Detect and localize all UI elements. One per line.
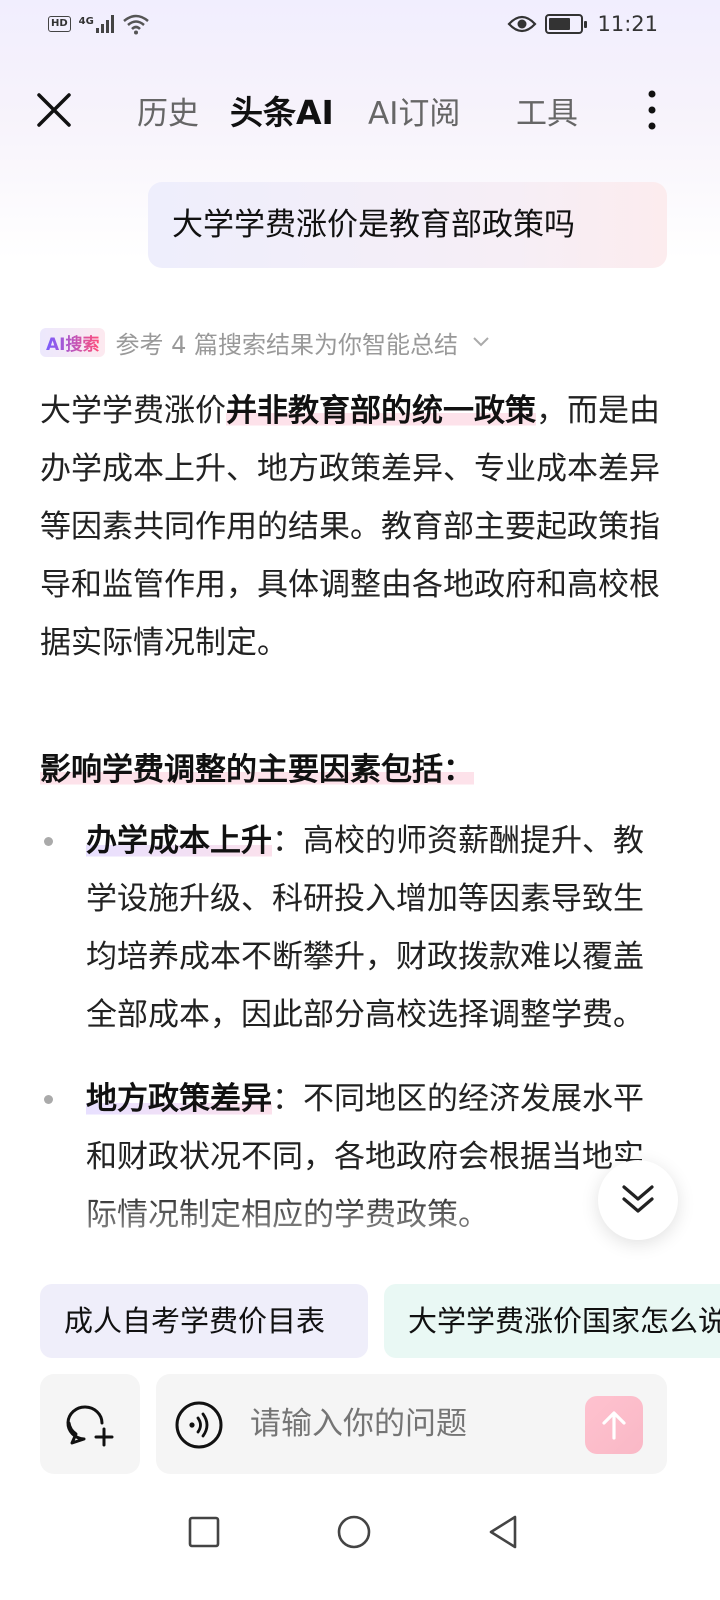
- suggestion-row: 成人自考学费价目表 大学学费涨价国家怎么说: [0, 1284, 720, 1358]
- status-left: HD 4G: [48, 13, 150, 35]
- question-input-box[interactable]: [156, 1374, 667, 1474]
- battery-icon: [545, 14, 588, 34]
- tab-toutiao-ai[interactable]: 头条AI: [230, 86, 334, 134]
- question-input[interactable]: [250, 1374, 570, 1474]
- ai-search-badge: AI搜索: [40, 327, 106, 357]
- cell-signal: 4G: [79, 15, 114, 33]
- system-navigation-bar: [0, 1500, 720, 1600]
- double-chevron-down-icon: [622, 1185, 654, 1213]
- status-bar: HD 4G 11:21: [0, 0, 720, 48]
- tab-tools[interactable]: 工具: [516, 88, 578, 133]
- list-item-title: 地方政策差异: [86, 1081, 272, 1117]
- top-navigation: 历史 头条AI AI订阅 工具: [0, 70, 720, 150]
- close-icon[interactable]: [34, 90, 74, 130]
- answer-text-rest: ，而是由办学成本上升、地方政策差异、专业成本差异等因素共同作用的结果。教育部主要…: [40, 393, 660, 661]
- more-icon[interactable]: [640, 86, 664, 134]
- hd-badge: HD: [48, 16, 71, 32]
- home-icon[interactable]: [334, 1512, 374, 1552]
- recent-apps-icon[interactable]: [184, 1512, 224, 1552]
- suggestion-chip[interactable]: 大学学费涨价国家怎么说: [384, 1284, 720, 1358]
- back-icon[interactable]: [484, 1512, 524, 1552]
- send-button[interactable]: [585, 1396, 643, 1454]
- clock: 11:21: [597, 12, 658, 36]
- voice-input-icon[interactable]: [174, 1400, 224, 1450]
- eye-icon: [507, 15, 537, 33]
- scroll-to-bottom-button[interactable]: [598, 1160, 678, 1240]
- answer-highlight: 并非教育部的统一政策: [226, 393, 536, 429]
- user-question-bubble: 大学学费涨价是教育部政策吗: [148, 182, 667, 268]
- bullet-dot: [44, 1095, 53, 1104]
- tab-history[interactable]: 历史: [137, 88, 199, 133]
- signal-icon: [95, 15, 114, 33]
- wifi-icon: [123, 14, 149, 35]
- chevron-down-icon: [473, 337, 489, 347]
- answer-text: 大学学费涨价: [40, 393, 226, 429]
- new-chat-icon: [66, 1405, 114, 1447]
- factors-heading: 影响学费调整的主要因素包括：: [40, 752, 474, 788]
- reference-summary: 参考 4 篇搜索结果为你智能总结: [115, 330, 459, 359]
- ai-search-summary[interactable]: AI搜索 参考 4 篇搜索结果为你智能总结: [40, 324, 490, 360]
- arrow-up-icon: [602, 1411, 626, 1440]
- tab-ai-subscribe[interactable]: AI订阅: [368, 88, 460, 133]
- network-type: 4G: [78, 16, 94, 27]
- suggestion-chip[interactable]: 成人自考学费价目表: [40, 1284, 368, 1358]
- status-right: 11:21: [507, 12, 658, 36]
- list-item-title: 办学成本上升: [86, 823, 272, 859]
- bullet-dot: [44, 837, 53, 846]
- list-item: 办学成本上升：高校的师资薪酬提升、教学设施升级、科研投入增加等因素导致生均培养成…: [40, 812, 670, 1044]
- answer-paragraph: 大学学费涨价并非教育部的统一政策，而是由办学成本上升、地方政策差异、专业成本差异…: [40, 382, 670, 672]
- new-chat-button[interactable]: [40, 1374, 140, 1474]
